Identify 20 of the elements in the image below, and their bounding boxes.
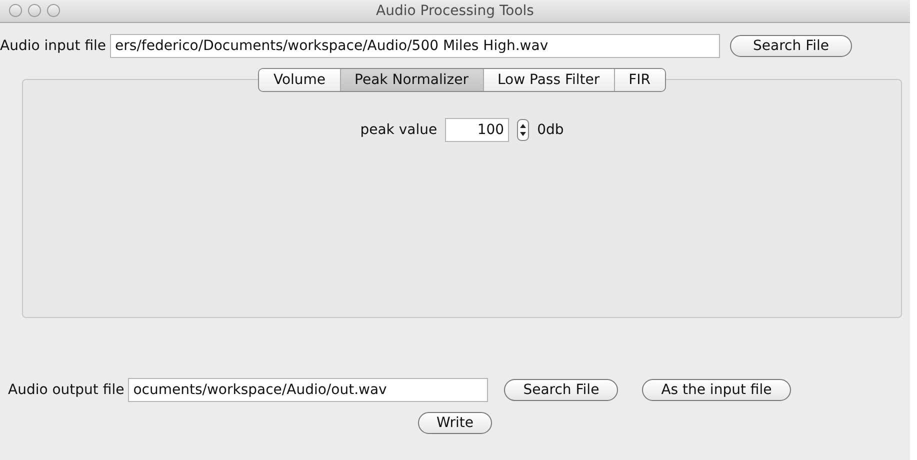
tab[interactable]: Low Pass Filter bbox=[482, 69, 614, 91]
spinner-icon[interactable] bbox=[517, 119, 530, 141]
write-button[interactable]: Write bbox=[418, 412, 492, 434]
window-control-icon[interactable] bbox=[47, 4, 60, 17]
output-file-field[interactable]: ocuments/workspace/Audio/out.wav bbox=[128, 378, 488, 402]
same-as-input-button[interactable]: As the input file bbox=[642, 379, 791, 401]
window-control-icon[interactable] bbox=[9, 4, 22, 17]
unit-label: 0db bbox=[537, 122, 564, 138]
search-file-button[interactable]: Search File bbox=[504, 379, 618, 401]
peak-value-label: peak value bbox=[360, 122, 438, 138]
tab[interactable]: FIR bbox=[614, 69, 665, 91]
tab[interactable]: Peak Normalizer bbox=[340, 69, 482, 91]
search-file-button[interactable]: Search File bbox=[730, 35, 852, 57]
input-file-field[interactable]: ers/federico/Documents/workspace/Audio/500 Miles High.wav bbox=[110, 34, 720, 58]
window-title: Audio Processing Tools bbox=[376, 3, 534, 19]
input-file-label: Audio input file bbox=[0, 38, 106, 54]
window-control-icon[interactable] bbox=[28, 4, 41, 17]
peak-value-field[interactable]: 100 bbox=[445, 118, 510, 142]
tab[interactable]: Volume bbox=[259, 69, 340, 91]
output-file-label: Audio output file bbox=[8, 382, 124, 398]
